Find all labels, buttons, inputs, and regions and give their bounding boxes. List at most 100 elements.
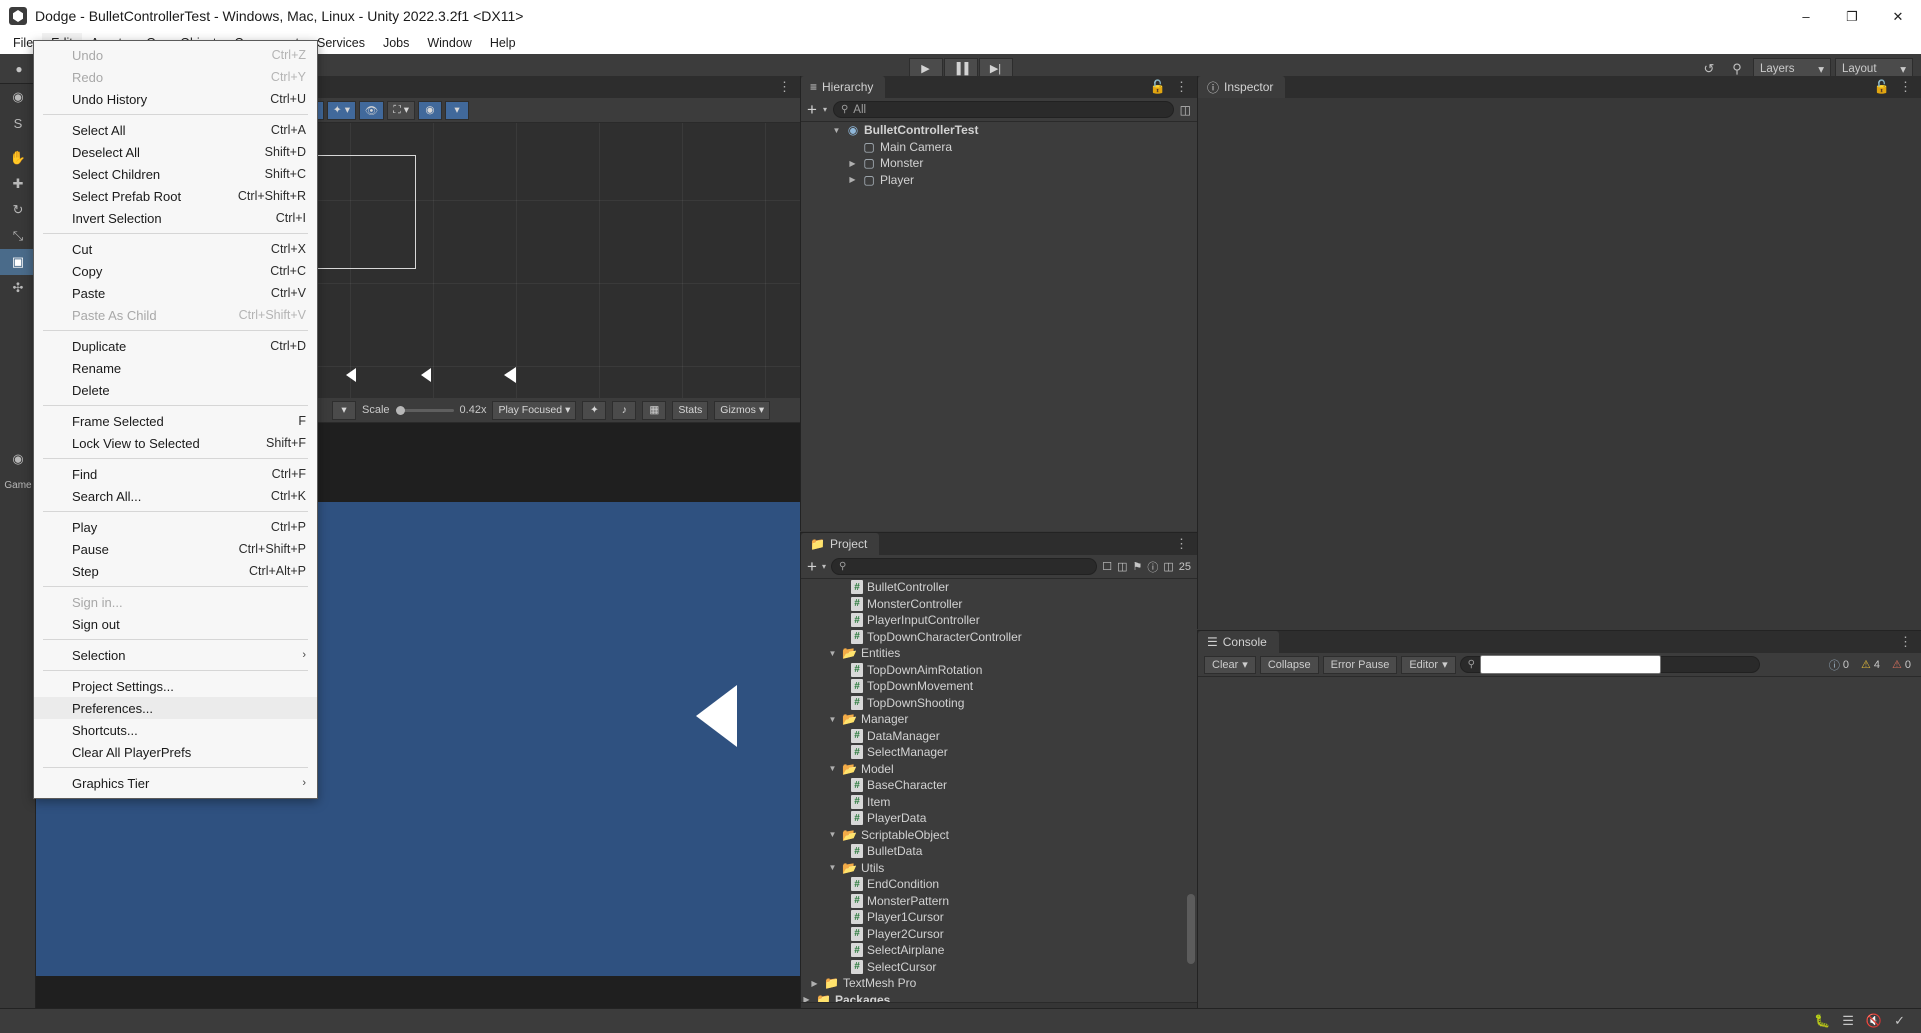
menu-item-sign-in[interactable]: Sign in... [34, 591, 317, 613]
info-counter[interactable]: ⓘ 0 [1825, 657, 1853, 673]
project-row[interactable]: # EndCondition [801, 876, 1197, 893]
project-row[interactable]: # TopDownAimRotation [801, 662, 1197, 679]
menu-item-preferences[interactable]: Preferences... [34, 697, 317, 719]
expand-toggle[interactable]: ▶ [847, 175, 858, 184]
menu-item-step[interactable]: Step Ctrl+Alt+P [34, 560, 317, 582]
menu-item-play[interactable]: Play Ctrl+P [34, 516, 317, 538]
menu-item-graphics-tier[interactable]: Graphics Tier › [34, 772, 317, 794]
menu-item-search-all[interactable]: Search All... Ctrl+K [34, 485, 317, 507]
menu-item-frame-selected[interactable]: Frame Selected F [34, 410, 317, 432]
project-row-folder[interactable]: ▼ 📂 Manager [801, 711, 1197, 728]
tab-console[interactable]: ☰ Console [1198, 631, 1279, 653]
hierarchy-row-monster[interactable]: ▶ ▢ Monster [801, 155, 1197, 172]
tab-hierarchy[interactable]: ≡ Hierarchy [801, 76, 886, 98]
console-search-input[interactable] [1479, 655, 1661, 674]
scene-kebab-icon[interactable]: ⋮ [770, 76, 800, 98]
tab-project[interactable]: 📁 Project [801, 533, 880, 555]
chevron-down-icon[interactable]: ▾ [823, 105, 827, 114]
expand-toggle[interactable]: ▶ [809, 979, 820, 988]
history-icon[interactable]: ↺ [1697, 61, 1721, 77]
project-row[interactable]: # SelectManager [801, 744, 1197, 761]
menu-window[interactable]: Window [418, 33, 480, 53]
menu-item-undo[interactable]: Undo Ctrl+Z [34, 44, 317, 66]
menu-help[interactable]: Help [481, 33, 525, 53]
menu-item-duplicate[interactable]: Duplicate Ctrl+D [34, 335, 317, 357]
project-row[interactable]: # BaseCharacter [801, 777, 1197, 794]
expand-toggle[interactable]: ▼ [827, 830, 838, 839]
check-icon[interactable]: ✓ [1894, 1013, 1905, 1029]
menu-item-paste-as-child[interactable]: Paste As Child Ctrl+Shift+V [34, 304, 317, 326]
create-asset-button[interactable]: + [807, 558, 817, 575]
project-row[interactable]: # SelectCursor [801, 959, 1197, 976]
project-row-folder[interactable]: ▼ 📂 Model [801, 761, 1197, 778]
project-row-packages[interactable]: ▶ 📁 Packages [801, 992, 1197, 1002]
menu-item-copy[interactable]: Copy Ctrl+C [34, 260, 317, 282]
project-kebab-icon[interactable]: ⋮ [1167, 533, 1197, 555]
menu-item-rename[interactable]: Rename [34, 357, 317, 379]
menu-item-deselect-all[interactable]: Deselect All Shift+D [34, 141, 317, 163]
save-search-icon[interactable]: ☐ [1102, 560, 1112, 573]
project-search-input[interactable] [851, 560, 1090, 573]
chevron-down-icon[interactable]: ▾ [822, 562, 826, 571]
project-row[interactable]: # PlayerInputController [801, 612, 1197, 629]
expand-toggle[interactable]: ▼ [827, 863, 838, 872]
play-focused-dropdown[interactable]: Play Focused ▾ [492, 400, 577, 420]
bug-icon[interactable]: 🐛 [1814, 1013, 1830, 1029]
visibility-toggle-icon[interactable]: 👁 [358, 100, 385, 120]
menu-item-pause[interactable]: Pause Ctrl+Shift+P [34, 538, 317, 560]
hierarchy-row-scene[interactable]: ▼ ◉ BulletControllerTest [801, 122, 1197, 139]
project-row[interactable]: # TopDownCharacterController [801, 629, 1197, 646]
menu-item-delete[interactable]: Delete [34, 379, 317, 401]
gizmo-icon[interactable]: ◉ [417, 100, 442, 120]
preview-size-icon[interactable]: ◫ [1163, 560, 1173, 573]
lock-icon[interactable]: 🔓 [1150, 79, 1167, 95]
menu-item-find[interactable]: Find Ctrl+F [34, 463, 317, 485]
menu-item-select-all[interactable]: Select All Ctrl+A [34, 119, 317, 141]
error-pause-button[interactable]: Error Pause [1322, 655, 1398, 674]
fx-icon[interactable]: ✦ ▾ [326, 100, 356, 120]
gizmos-dropdown[interactable]: Gizmos ▾ [714, 400, 771, 420]
filter-icon[interactable]: ◫ [1117, 560, 1127, 573]
project-row[interactable]: # SelectAirplane [801, 942, 1197, 959]
expand-toggle[interactable]: ▶ [801, 995, 812, 1002]
collapse-button[interactable]: Collapse [1259, 655, 1319, 674]
project-row-folder[interactable]: ▶ 📁 TextMesh Pro [801, 975, 1197, 992]
stats-button[interactable]: Stats [672, 400, 709, 420]
project-scrollbar[interactable] [1187, 609, 1195, 989]
error-counter[interactable]: ⚠ 0 [1888, 658, 1915, 672]
camera-icon[interactable]: ⛶ ▾ [387, 100, 415, 120]
expand-toggle[interactable]: ▶ [847, 159, 858, 168]
account-icon[interactable]: ● [6, 58, 32, 80]
menu-item-invert-selection[interactable]: Invert Selection Ctrl+I [34, 207, 317, 229]
transform-tool[interactable]: ✣ [0, 275, 36, 301]
lock-icon[interactable]: 🔓 [1874, 79, 1891, 95]
hierarchy-row-player[interactable]: ▶ ▢ Player [801, 172, 1197, 189]
hand-tool[interactable]: ✋ [0, 145, 36, 171]
menu-item-redo[interactable]: Redo Ctrl+Y [34, 66, 317, 88]
project-row[interactable]: # DataManager [801, 728, 1197, 745]
move-tool[interactable]: ✚ [0, 171, 36, 197]
menu-item-selection[interactable]: Selection › [34, 644, 317, 666]
menu-item-select-prefab-root[interactable]: Select Prefab Root Ctrl+Shift+R [34, 185, 317, 207]
hierarchy-filter-icon[interactable]: ◫ [1180, 103, 1191, 117]
expand-toggle[interactable]: ▼ [827, 715, 838, 724]
project-row[interactable]: # Item [801, 794, 1197, 811]
project-row[interactable]: # TopDownMovement [801, 678, 1197, 695]
menu-item-sign-out[interactable]: Sign out [34, 613, 317, 635]
project-row[interactable]: # Player1Cursor [801, 909, 1197, 926]
project-row-folder[interactable]: ▼ 📂 ScriptableObject [801, 827, 1197, 844]
hierarchy-row-main-camera[interactable]: ▢ Main Camera [801, 139, 1197, 156]
add-gameobject-button[interactable]: + [807, 101, 817, 118]
expand-toggle[interactable]: ▼ [827, 649, 838, 658]
label-icon[interactable]: ⚑ [1132, 560, 1142, 573]
menu-jobs[interactable]: Jobs [374, 33, 418, 53]
mute-icon[interactable]: 🔇 [1866, 1013, 1882, 1029]
menu-item-undo-history[interactable]: Undo History Ctrl+U [34, 88, 317, 110]
scale-slider[interactable] [395, 405, 454, 415]
gizmo-dropdown[interactable]: ▾ [444, 100, 469, 120]
project-row[interactable]: # MonsterPattern [801, 893, 1197, 910]
rotate-tool[interactable]: ↻ [0, 197, 36, 223]
display-dropdown[interactable]: ▾ [332, 400, 356, 420]
clear-button[interactable]: Clear ▾ [1204, 655, 1256, 674]
project-search[interactable]: ⚲ [830, 558, 1098, 575]
